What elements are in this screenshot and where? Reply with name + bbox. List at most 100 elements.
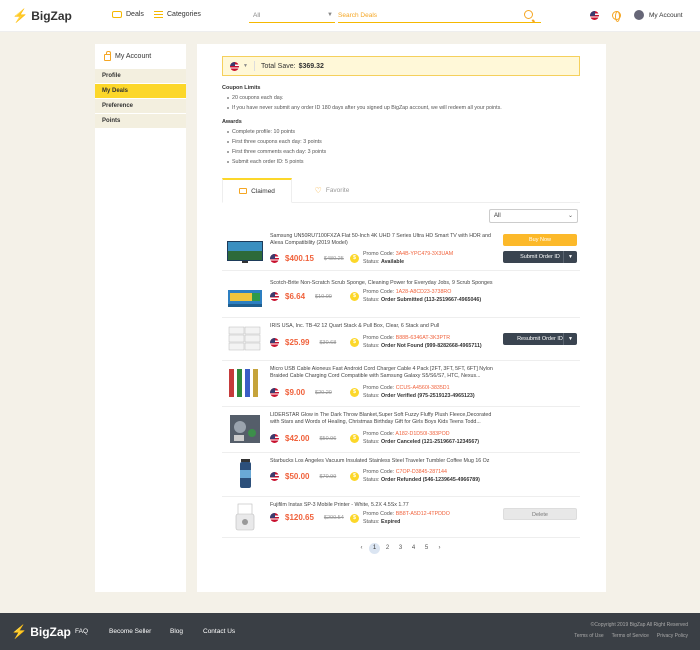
resubmit-order-id-label: Resubmit Order ID	[517, 336, 563, 342]
search-input[interactable]: Search Deals	[338, 10, 541, 23]
globe-icon[interactable]	[612, 11, 621, 22]
deal-status: Available	[380, 258, 405, 265]
footer-link-faq[interactable]: FAQ	[75, 628, 88, 635]
awards-title: Awards	[222, 119, 242, 125]
original-price: $200.54	[323, 514, 344, 521]
promo-code[interactable]: BB8T-A5D12-4TPDDO	[396, 511, 450, 517]
delete-button[interactable]: Delete	[503, 508, 577, 520]
original-price: $30.68	[319, 339, 337, 346]
tab-favorite[interactable]: ♡ Favorite	[302, 178, 362, 203]
bolt-icon: ⚡	[11, 624, 28, 639]
deal-status: Order Verified (975-2519123-4965123)	[380, 392, 475, 399]
promo-code[interactable]: C7OP-D3845-287144	[396, 469, 447, 475]
product-name[interactable]: Micro USB Cable Aioneus Fast Android Cor…	[270, 366, 500, 380]
page-1[interactable]: 1	[369, 543, 380, 554]
prev-page-chevron-icon[interactable]: ‹	[356, 543, 367, 554]
chevron-down-icon: ⌄	[567, 213, 573, 219]
us-flag-icon	[270, 513, 279, 522]
promo-code[interactable]: A182-D1D50I-383POD	[395, 431, 449, 437]
product-name[interactable]: Scotch-Brite Non-Scratch Scrub Sponge, C…	[270, 280, 500, 287]
terms-of-service-link[interactable]: Terms of Service	[612, 633, 649, 639]
tab-favorite-label: Favorite	[325, 187, 350, 194]
caret-down-icon[interactable]: ▼	[243, 63, 248, 69]
sidebar-item-my-deals[interactable]: My Deals	[95, 84, 186, 98]
footer-brand-logo[interactable]: ⚡ BigZap	[11, 624, 71, 640]
nav-deals[interactable]: Deals	[112, 11, 144, 18]
filter-value: All	[494, 213, 501, 219]
status-label: Status:	[363, 342, 380, 349]
terms-of-use-link[interactable]: Terms of Use	[574, 633, 603, 639]
sidebar-item-preference[interactable]: Preference	[95, 99, 186, 113]
status-label: Status:	[363, 392, 380, 399]
footer-link-become-seller[interactable]: Become Seller	[109, 628, 151, 635]
account-link[interactable]: My Account	[649, 12, 683, 19]
sponge-product-image[interactable]	[226, 282, 264, 314]
product-name[interactable]: Starbucks Los Angeles Vacuum Insulated S…	[270, 458, 500, 465]
page-2[interactable]: 2	[382, 543, 393, 554]
page-4[interactable]: 4	[408, 543, 419, 554]
caret-down-icon[interactable]: ▼	[563, 333, 577, 345]
cable-product-image[interactable]	[226, 367, 264, 399]
product-name[interactable]: LIDERSTAR Glow in The Dark Throw Blanket…	[270, 412, 500, 426]
product-name[interactable]: IRIS USA, Inc. TB-42 12 Quart Stack & Pu…	[270, 323, 500, 330]
printer-product-image[interactable]	[226, 502, 264, 534]
submit-order-id-button[interactable]: Submit Order ID ▼	[503, 251, 577, 263]
search-category-select[interactable]: All ▼	[249, 10, 335, 23]
page-5[interactable]: 5	[421, 543, 432, 554]
us-flag-icon	[270, 434, 279, 443]
tab-claimed-label: Claimed	[251, 187, 275, 195]
next-page-chevron-icon[interactable]: ›	[434, 543, 445, 554]
footer-link-contact[interactable]: Contact Us	[203, 628, 235, 635]
us-flag-icon[interactable]	[590, 11, 599, 20]
deal-status: Order Canceled (121-2519667-1234567)	[380, 438, 480, 445]
promo-code[interactable]: B88B-6346AT-3K3PTR	[396, 335, 450, 341]
caret-down-icon[interactable]: ▼	[563, 251, 577, 263]
promo-code[interactable]: CCUS-A4560I-3835D1	[396, 385, 450, 391]
deal-row: Fujifilm Instax SP-3 Mobile Printer - Wh…	[222, 498, 580, 538]
total-save-banner: ▼ Total Save: $369.32	[222, 56, 580, 76]
storage-box-product-image[interactable]	[226, 323, 264, 355]
avatar[interactable]	[634, 10, 644, 20]
deal-price: $400.15	[285, 254, 314, 263]
divider	[253, 61, 255, 71]
sidebar-item-points[interactable]: Points	[95, 114, 186, 128]
resubmit-order-id-button[interactable]: Resubmit Order ID ▼	[503, 333, 577, 345]
deal-row: Samsung UN50RU7100FXZA Flat 50-Inch 4K U…	[222, 229, 580, 271]
buy-now-button[interactable]: Buy Now	[503, 234, 577, 246]
search-category-value: All	[253, 12, 261, 19]
sidebar-item-profile[interactable]: Profile	[95, 69, 186, 83]
deals-tabs: Claimed ♡ Favorite	[222, 178, 580, 203]
blanket-product-image[interactable]	[226, 413, 264, 445]
nav-deals-label: Deals	[126, 11, 144, 18]
page-3[interactable]: 3	[395, 543, 406, 554]
us-flag-icon	[270, 388, 279, 397]
menu-icon	[154, 11, 163, 18]
promo-code[interactable]: 3A4B-YPC479-3X3UAM	[396, 251, 453, 257]
price-row: $400.15 $480.25	[270, 254, 344, 263]
brand-logo[interactable]: ⚡ BigZap	[12, 8, 72, 24]
deal-price: $42.00	[285, 434, 310, 443]
tv-product-image[interactable]	[226, 235, 264, 267]
promo-info: Promo Code: B88B-6346AT-3K3PTR Status: O…	[363, 335, 482, 350]
privacy-policy-link[interactable]: Privacy Policy	[657, 633, 688, 639]
tab-claimed[interactable]: Claimed	[222, 178, 292, 203]
search-icon[interactable]	[524, 10, 533, 19]
ticket-icon	[239, 188, 248, 194]
legal-links: Terms of Use Terms of Service Privacy Po…	[574, 633, 688, 639]
product-name[interactable]: Fujifilm Instax SP-3 Mobile Printer - Wh…	[270, 502, 500, 509]
rule-text: Submit each order ID: 5 points	[227, 159, 304, 165]
footer-link-blog[interactable]: Blog	[170, 628, 183, 635]
original-price: $50.96	[319, 435, 337, 442]
tumbler-product-image[interactable]	[226, 458, 264, 490]
price-row: $50.00 $70.99	[270, 472, 336, 481]
nav-categories[interactable]: Categories	[154, 11, 201, 18]
rule-text: 20 coupons each day.	[226, 95, 284, 101]
search-placeholder: Search Deals	[338, 12, 378, 19]
deal-price: $9.00	[285, 388, 306, 397]
product-name[interactable]: Samsung UN50RU7100FXZA Flat 50-Inch 4K U…	[270, 233, 500, 247]
us-flag-icon[interactable]	[230, 61, 239, 71]
promo-info: Promo Code: 1A28-A8CD23-3738RO Status: O…	[363, 289, 481, 304]
promo-code[interactable]: 1A28-A8CD23-3738RO	[396, 289, 452, 295]
status-filter-select[interactable]: All ⌄	[489, 209, 578, 223]
deal-status: Expired	[380, 518, 401, 525]
